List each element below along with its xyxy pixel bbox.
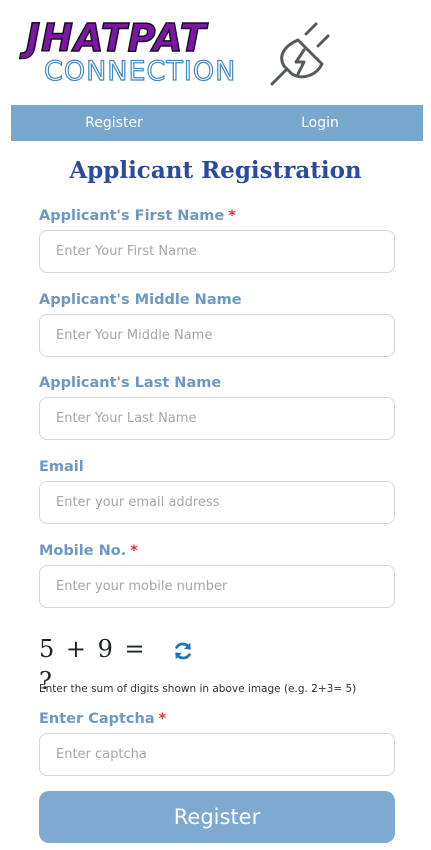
- nav-login-link[interactable]: Login: [217, 115, 423, 131]
- first-name-label: Applicant's First Name *: [39, 208, 236, 224]
- email-input[interactable]: [39, 481, 395, 524]
- required-marker: *: [228, 208, 236, 224]
- last-name-input[interactable]: [39, 397, 395, 440]
- last-name-label-text: Applicant's Last Name: [39, 375, 222, 391]
- captcha-hint: Enter the sum of digits shown in above i…: [39, 683, 357, 695]
- site-logo: JHATPAT CONNECTION: [25, 15, 336, 92]
- email-label: Email: [39, 459, 84, 475]
- first-name-input[interactable]: [39, 230, 395, 273]
- captcha-label: Enter Captcha *: [39, 711, 166, 727]
- logo-text-connection: CONNECTION: [43, 55, 237, 87]
- last-name-label: Applicant's Last Name: [39, 375, 221, 391]
- first-name-label-text: Applicant's First Name: [39, 208, 225, 224]
- logo-text-jhatpat: JHATPAT: [25, 15, 207, 61]
- nav-register-link[interactable]: Register: [11, 115, 217, 131]
- refresh-icon[interactable]: [172, 640, 194, 662]
- mobile-input[interactable]: [39, 565, 395, 608]
- required-marker: *: [158, 711, 167, 727]
- captcha-image: 5 + 9 = ?: [39, 635, 147, 695]
- register-submit-button[interactable]: Register: [39, 791, 395, 843]
- captcha-input[interactable]: [39, 733, 395, 776]
- required-marker: *: [130, 543, 138, 559]
- page-title: Applicant Registration: [69, 157, 362, 184]
- mobile-label-text: Mobile No.: [39, 543, 127, 559]
- mobile-label: Mobile No. *: [39, 543, 138, 559]
- email-label-text: Email: [39, 459, 84, 475]
- plug-icon: [270, 22, 330, 86]
- captcha-label-text: Enter Captcha: [39, 711, 155, 727]
- middle-name-label-text: Applicant's Middle Name: [39, 292, 242, 308]
- top-nav-bar: Register Login: [11, 105, 423, 141]
- middle-name-input[interactable]: [39, 314, 395, 357]
- middle-name-label: Applicant's Middle Name: [39, 292, 242, 308]
